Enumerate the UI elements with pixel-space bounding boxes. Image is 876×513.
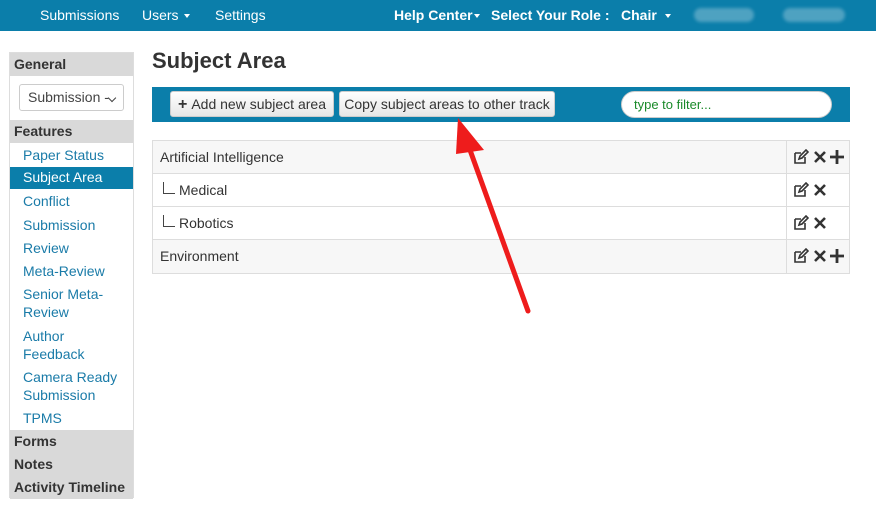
nav-help-center-label: Help Center — [394, 7, 473, 23]
sidebar-item-camera-ready[interactable]: Camera Ready Submission — [23, 368, 117, 404]
caret-down-icon — [664, 14, 671, 19]
nav-help-center[interactable]: Help Center — [394, 7, 480, 23]
nav-users-label: Users — [142, 7, 179, 23]
add-child-icon[interactable] — [829, 248, 845, 264]
role-label: Select Your Role : — [491, 7, 610, 23]
tree-branch-icon — [163, 215, 175, 227]
edit-icon[interactable] — [793, 248, 809, 264]
sidebar-header-general: General — [10, 53, 133, 76]
sidebar-header-features: Features — [10, 120, 133, 143]
sidebar-item-submission[interactable]: Submission — [23, 216, 95, 234]
sidebar-item-author-feedback[interactable]: Author Feedback — [23, 327, 84, 363]
annotation-arrow-icon — [456, 118, 531, 314]
edit-icon[interactable] — [793, 149, 809, 165]
nav-settings[interactable]: Settings — [215, 7, 266, 23]
delete-icon[interactable] — [812, 248, 828, 264]
subject-area-label: Environment — [160, 248, 239, 264]
sidebar: General Submission - Features Paper Stat… — [9, 52, 134, 499]
filter-input[interactable]: type to filter... — [621, 91, 832, 118]
row-actions — [786, 207, 849, 240]
nav-users[interactable]: Users — [142, 7, 190, 23]
subject-area-label: Medical — [179, 182, 228, 198]
blurred-user-item[interactable] — [783, 8, 845, 22]
add-subject-area-label: Add new subject area — [191, 96, 326, 112]
blurred-user-item[interactable] — [694, 8, 754, 22]
sidebar-item-tpms[interactable]: TPMS — [23, 409, 62, 427]
sidebar-item-label: Subject Area — [23, 169, 103, 185]
sidebar-item-senior-meta-review[interactable]: Senior Meta- Review — [23, 285, 103, 321]
track-select[interactable]: Submission - — [19, 84, 124, 111]
tree-branch-icon — [163, 182, 175, 194]
sidebar-item-paper-status[interactable]: Paper Status — [23, 146, 104, 164]
sidebar-item-subject-area[interactable]: Subject Area — [10, 167, 133, 189]
chevron-down-icon — [107, 93, 117, 103]
top-navbar: Submissions Users Settings Help Center S… — [0, 0, 876, 31]
sidebar-item-meta-review[interactable]: Meta-Review — [23, 262, 105, 280]
add-child-icon[interactable] — [829, 149, 845, 165]
row-actions — [786, 174, 849, 207]
subject-area-label: Robotics — [179, 215, 234, 231]
plus-icon: + — [178, 96, 188, 113]
role-value: Chair — [621, 7, 657, 23]
delete-icon[interactable] — [812, 149, 828, 165]
sidebar-item-conflict[interactable]: Conflict — [23, 192, 70, 210]
row-actions — [786, 240, 849, 273]
delete-icon[interactable] — [812, 215, 828, 231]
caret-down-icon — [183, 14, 190, 19]
page-title: Subject Area — [152, 48, 286, 73]
role-selector[interactable]: Chair — [621, 7, 671, 23]
edit-icon[interactable] — [793, 215, 809, 231]
add-subject-area-button[interactable]: + Add new subject area — [170, 91, 334, 117]
caret-down-icon — [473, 14, 480, 19]
subject-area-label: Artificial Intelligence — [160, 149, 284, 165]
edit-icon[interactable] — [793, 182, 809, 198]
sidebar-header-notes[interactable]: Notes — [10, 453, 133, 476]
track-select-value: Submission - — [28, 89, 109, 105]
nav-submissions[interactable]: Submissions — [40, 7, 119, 23]
delete-icon[interactable] — [812, 182, 828, 198]
sidebar-header-forms[interactable]: Forms — [10, 430, 133, 453]
sidebar-header-activity-timeline[interactable]: Activity Timeline — [10, 476, 133, 499]
row-actions — [786, 141, 849, 174]
sidebar-item-review[interactable]: Review — [23, 239, 69, 257]
